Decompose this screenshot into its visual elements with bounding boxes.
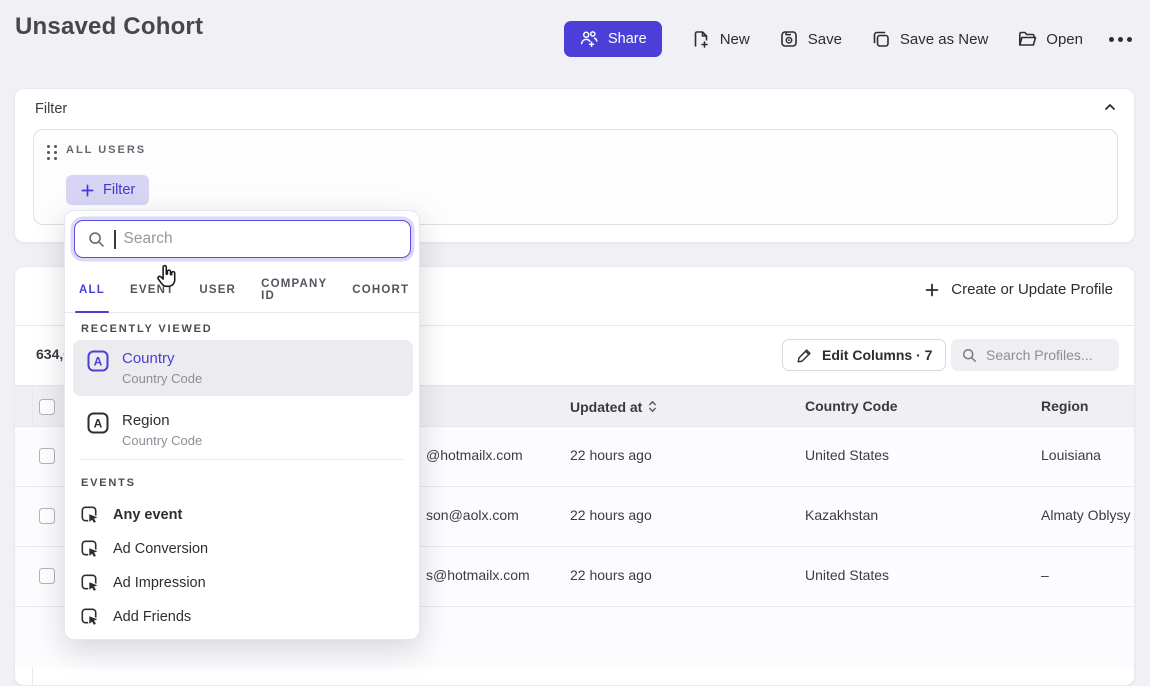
open-button-label: Open bbox=[1046, 31, 1083, 48]
share-icon bbox=[579, 29, 599, 49]
event-title: Any event bbox=[113, 507, 182, 523]
add-filter-button-label: Filter bbox=[103, 182, 135, 198]
event-title: Ad Impression bbox=[113, 575, 206, 591]
filter-panel-title: Filter bbox=[35, 101, 67, 117]
all-users-label: ALL USERS bbox=[66, 144, 146, 156]
share-button[interactable]: Share bbox=[564, 21, 662, 57]
create-or-update-profile-label: Create or Update Profile bbox=[951, 281, 1113, 298]
list-item-ad-impression[interactable]: Ad Impression bbox=[73, 566, 413, 600]
cell-region: Louisiana bbox=[1041, 447, 1101, 463]
event-click-icon bbox=[81, 540, 100, 559]
create-or-update-profile-button[interactable]: Create or Update Profile bbox=[924, 281, 1113, 298]
column-header-updated-at[interactable]: Updated at bbox=[570, 398, 658, 415]
events-label: EVENTS bbox=[81, 477, 136, 489]
property-title: Country bbox=[122, 350, 202, 368]
cell-email: s@hotmailx.com bbox=[426, 567, 530, 583]
column-header-country-code[interactable]: Country Code bbox=[805, 398, 898, 414]
search-profiles-box bbox=[951, 339, 1119, 371]
tab-all[interactable]: ALL bbox=[79, 267, 105, 312]
cell-country-code: United States bbox=[805, 567, 889, 583]
recently-viewed-label: RECENTLY VIEWED bbox=[81, 323, 213, 335]
property-subtitle: Country Code bbox=[122, 433, 202, 448]
select-all-checkbox[interactable] bbox=[39, 399, 55, 415]
tab-event[interactable]: EVENT bbox=[130, 267, 174, 312]
cell-updated-at: 22 hours ago bbox=[570, 447, 652, 463]
cell-email: @hotmailx.com bbox=[426, 447, 523, 463]
active-tab-underline bbox=[75, 311, 109, 314]
more-options-button[interactable] bbox=[1107, 31, 1134, 48]
cell-region: – bbox=[1041, 567, 1049, 583]
open-button[interactable]: Open bbox=[1017, 29, 1083, 49]
cohort-builder-page: Unsaved Cohort Share New Save Save as Ne… bbox=[0, 0, 1150, 618]
tab-company-id[interactable]: COMPANY ID bbox=[261, 267, 327, 312]
share-button-label: Share bbox=[608, 31, 647, 47]
new-document-icon bbox=[691, 29, 711, 49]
search-profiles-input[interactable] bbox=[986, 347, 1109, 363]
save-as-new-button[interactable]: Save as New bbox=[871, 29, 988, 49]
plus-icon bbox=[80, 183, 95, 198]
save-icon bbox=[779, 29, 799, 49]
letter-a-icon bbox=[87, 350, 109, 372]
folder-icon bbox=[1017, 29, 1037, 49]
chevron-up-icon bbox=[1102, 99, 1118, 115]
dropdown-search-box bbox=[74, 220, 411, 258]
event-click-icon bbox=[81, 574, 100, 593]
row-checkbox[interactable] bbox=[39, 448, 55, 464]
collapse-panel-button[interactable] bbox=[1102, 99, 1118, 115]
tab-user[interactable]: USER bbox=[199, 267, 236, 312]
list-item-region[interactable]: Region Country Code bbox=[73, 402, 413, 456]
save-button[interactable]: Save bbox=[779, 29, 842, 49]
list-item-country[interactable]: Country Country Code bbox=[73, 340, 413, 396]
sort-icon[interactable] bbox=[647, 398, 658, 415]
property-picker-dropdown: ALL EVENT USER COMPANY ID COHORT RECENTL… bbox=[64, 210, 420, 640]
section-divider bbox=[81, 459, 403, 460]
cell-updated-at: 22 hours ago bbox=[570, 567, 652, 583]
cell-region: Almaty Oblysy bbox=[1041, 507, 1130, 523]
column-header-region[interactable]: Region bbox=[1041, 398, 1088, 414]
ellipsis-icon bbox=[1109, 37, 1114, 42]
edit-columns-button[interactable]: Edit Columns · 7 bbox=[782, 339, 946, 371]
list-item-any-event[interactable]: Any event bbox=[73, 498, 413, 532]
row-checkbox[interactable] bbox=[39, 508, 55, 524]
list-item-ad-conversion[interactable]: Ad Conversion bbox=[73, 532, 413, 566]
page-title: Unsaved Cohort bbox=[15, 13, 203, 41]
drag-handle[interactable] bbox=[47, 145, 57, 161]
search-icon bbox=[87, 230, 106, 249]
pencil-icon bbox=[796, 347, 813, 364]
cell-email: son@aolx.com bbox=[426, 507, 519, 523]
event-click-icon bbox=[81, 608, 100, 627]
event-click-icon bbox=[81, 506, 100, 525]
text-caret bbox=[114, 230, 116, 249]
plus-icon bbox=[924, 282, 940, 298]
save-as-new-button-label: Save as New bbox=[900, 31, 988, 48]
save-button-label: Save bbox=[808, 31, 842, 48]
cell-country-code: Kazakhstan bbox=[805, 507, 878, 523]
list-item-add-friends[interactable]: Add Friends bbox=[73, 600, 413, 634]
event-title: Ad Conversion bbox=[113, 541, 208, 557]
cell-country-code: United States bbox=[805, 447, 889, 463]
dropdown-search-input[interactable] bbox=[124, 230, 399, 248]
property-subtitle: Country Code bbox=[122, 371, 202, 386]
tab-cohort[interactable]: COHORT bbox=[352, 267, 409, 312]
dropdown-tabs: ALL EVENT USER COMPANY ID COHORT bbox=[65, 267, 419, 313]
new-button[interactable]: New bbox=[691, 29, 750, 49]
copy-icon bbox=[871, 29, 891, 49]
property-title: Region bbox=[122, 412, 202, 430]
letter-a-icon bbox=[87, 412, 109, 434]
header-action-bar: Share New Save Save as New Open bbox=[564, 21, 1134, 57]
cell-updated-at: 22 hours ago bbox=[570, 507, 652, 523]
row-checkbox[interactable] bbox=[39, 568, 55, 584]
search-icon bbox=[961, 347, 978, 364]
edit-columns-label: Edit Columns · 7 bbox=[822, 347, 932, 363]
event-title: Add Friends bbox=[113, 609, 191, 625]
add-filter-button[interactable]: Filter bbox=[66, 175, 149, 205]
new-button-label: New bbox=[720, 31, 750, 48]
